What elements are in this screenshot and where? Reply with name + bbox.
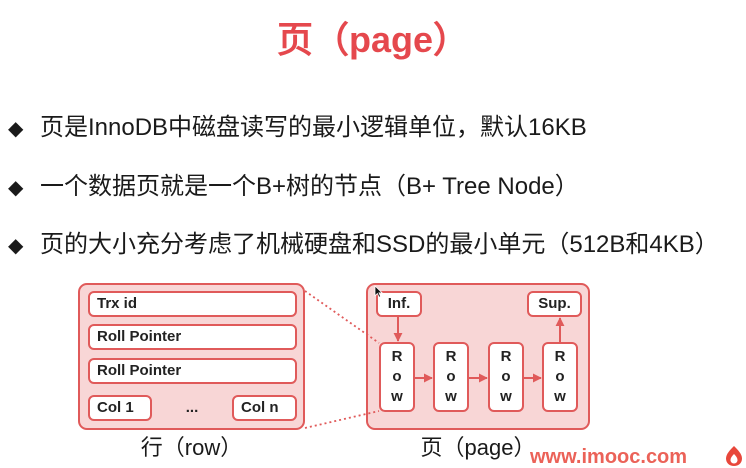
page-row-record: Row xyxy=(379,342,415,412)
bullet-text: 一个数据页就是一个B+树的节点（B+ Tree Node） xyxy=(40,173,579,200)
row-record-label: Row xyxy=(554,348,566,405)
bullet-text: 页的大小充分考虑了机械硬盘和SSD的最小单元（512B和4KB） xyxy=(40,231,719,258)
page-row-record: Row xyxy=(542,342,578,412)
supremum-record: Sup. xyxy=(527,291,582,317)
page-row-record: Row xyxy=(433,342,469,412)
diamond-bullet-icon: ◆ xyxy=(8,175,24,199)
row-column-first: Col 1 xyxy=(88,395,152,421)
bullet-item: ◆ 一个数据页就是一个B+树的节点（B+ Tree Node） xyxy=(8,172,579,202)
slide-title: 页（page） xyxy=(276,19,470,60)
watermark-text: www.imooc.com xyxy=(530,446,688,468)
bullet-item: ◆ 页的大小充分考虑了机械硬盘和SSD的最小单元（512B和4KB） xyxy=(8,230,719,260)
row-field-trx-id: Trx id xyxy=(88,291,297,317)
infimum-record: Inf. xyxy=(376,291,422,317)
imooc-logo-icon xyxy=(726,446,742,466)
page-row-record: Row xyxy=(488,342,524,412)
row-record-label: Row xyxy=(391,348,403,405)
row-field-roll-pointer: Roll Pointer xyxy=(88,324,297,350)
row-field-roll-pointer: Roll Pointer xyxy=(88,358,297,384)
bullet-text: 页是InnoDB中磁盘读写的最小逻辑单位，默认16KB xyxy=(40,114,587,141)
row-record-label: Row xyxy=(500,348,512,405)
row-caption: 行（row） xyxy=(140,435,243,460)
row-record-label: Row xyxy=(445,348,457,405)
diamond-bullet-icon: ◆ xyxy=(8,116,24,140)
row-column-last: Col n xyxy=(232,395,297,421)
row-column-ellipsis: ... xyxy=(185,399,199,416)
bullet-item: ◆ 页是InnoDB中磁盘读写的最小逻辑单位，默认16KB xyxy=(8,113,587,143)
diamond-bullet-icon: ◆ xyxy=(8,233,24,257)
